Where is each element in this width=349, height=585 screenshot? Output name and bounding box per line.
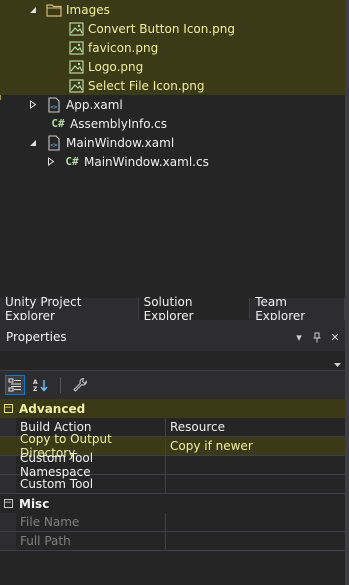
svg-text:A: A — [33, 379, 38, 386]
tree-item-select-file-icon[interactable]: Select File Icon.png — [0, 76, 345, 95]
property-pages-wrench-icon[interactable] — [70, 375, 90, 395]
properties-window-buttons: ▾ ✕ — [293, 330, 341, 344]
chevron-down-icon[interactable] — [334, 356, 341, 370]
property-name: Full Path — [16, 532, 166, 550]
property-name: Custom Tool Namespace — [16, 451, 166, 479]
tree-item-mainwindow-xaml-cs[interactable]: C# MainWindow.xaml.cs — [0, 152, 345, 171]
tree-item-label: favicon.png — [88, 40, 159, 55]
tree-item-app-xaml[interactable]: <> App.xaml — [0, 95, 345, 114]
properties-header: Properties ▾ ✕ — [0, 323, 345, 351]
tree-item-label: Logo.png — [88, 59, 144, 74]
properties-toolbar: A Z — [0, 371, 345, 399]
solution-tree: Images Convert Button Icon.png favicon.p… — [0, 0, 345, 298]
csharp-icon: C# — [65, 155, 79, 168]
svg-text:Z: Z — [33, 386, 38, 392]
sort-alphabetical-icon[interactable]: A Z — [31, 375, 51, 395]
toolbar-separator — [60, 377, 61, 393]
property-grid-empty-area — [0, 551, 345, 585]
tree-item-label: AssemblyInfo.cs — [70, 116, 168, 131]
expand-arrow-icon[interactable] — [28, 139, 38, 147]
csharp-icon: C# — [51, 117, 65, 130]
xaml-icon: <> — [46, 96, 62, 113]
properties-title: Properties — [6, 330, 67, 344]
tab-unity-project-explorer[interactable]: Unity Project Explorer — [0, 295, 139, 323]
tree-item-logo[interactable]: Logo.png — [0, 57, 345, 76]
tab-team-explorer[interactable]: Team Explorer — [250, 295, 346, 323]
close-icon[interactable]: ✕ — [329, 330, 341, 344]
collapse-arrow-icon[interactable] — [28, 100, 38, 109]
property-row-custom-tool-namespace[interactable]: Custom Tool Namespace — [0, 451, 345, 479]
tree-item-favicon[interactable]: favicon.png — [0, 38, 345, 57]
tree-item-label: MainWindow.xaml.cs — [84, 154, 209, 169]
xaml-icon: <> — [46, 134, 62, 151]
tree-item-label: Select File Icon.png — [88, 78, 205, 93]
folder-icon — [46, 2, 62, 18]
property-value[interactable] — [166, 475, 345, 493]
collapse-arrow-icon[interactable] — [46, 157, 56, 166]
image-icon — [68, 40, 84, 56]
svg-text:<>: <> — [50, 104, 58, 111]
tree-item-label: Images — [66, 2, 110, 17]
image-icon — [68, 59, 84, 75]
category-misc[interactable]: − Misc — [0, 494, 345, 513]
property-name: File Name — [16, 513, 166, 531]
category-label: Misc — [19, 496, 50, 511]
object-selector[interactable] — [0, 351, 345, 371]
property-value[interactable]: Copy if newer — [166, 437, 345, 455]
tree-item-assemblyinfo[interactable]: C# AssemblyInfo.cs — [0, 114, 345, 133]
tree-item-label: App.xaml — [66, 97, 123, 112]
pin-icon[interactable] — [311, 330, 323, 344]
explorer-tab-strip: Unity Project Explorer Solution Explorer… — [0, 295, 346, 323]
tab-solution-explorer[interactable]: Solution Explorer — [138, 295, 251, 323]
property-row-file-name[interactable]: File Name — [0, 513, 345, 532]
expand-arrow-icon[interactable] — [28, 6, 38, 14]
image-icon — [68, 78, 84, 94]
svg-text:<>: <> — [50, 142, 58, 149]
category-label: Advanced — [19, 401, 86, 416]
categorized-view-icon[interactable] — [5, 375, 25, 395]
property-value[interactable] — [166, 456, 345, 474]
collapse-toggle-icon[interactable]: − — [0, 494, 16, 513]
category-advanced[interactable]: − Advanced — [0, 399, 345, 418]
collapse-toggle-icon[interactable]: − — [0, 399, 16, 418]
tree-item-images-folder[interactable]: Images — [0, 0, 345, 19]
tree-item-label: Convert Button Icon.png — [88, 21, 236, 36]
property-row-custom-tool[interactable]: Custom Tool — [0, 475, 345, 494]
property-value — [166, 532, 345, 550]
tree-item-label: MainWindow.xaml — [66, 135, 175, 150]
property-row-full-path[interactable]: Full Path — [0, 532, 345, 551]
property-value[interactable]: Resource — [166, 418, 345, 436]
tree-item-convert-button-icon[interactable]: Convert Button Icon.png — [0, 19, 345, 38]
window-dropdown-icon[interactable]: ▾ — [293, 330, 305, 344]
property-value — [166, 513, 345, 531]
tree-item-mainwindow-xaml[interactable]: <> MainWindow.xaml — [0, 133, 345, 152]
image-icon — [68, 21, 84, 37]
window-edge — [345, 0, 349, 585]
property-name: Custom Tool — [16, 475, 166, 493]
property-grid: − Advanced Build Action Resource Copy to… — [0, 399, 345, 551]
